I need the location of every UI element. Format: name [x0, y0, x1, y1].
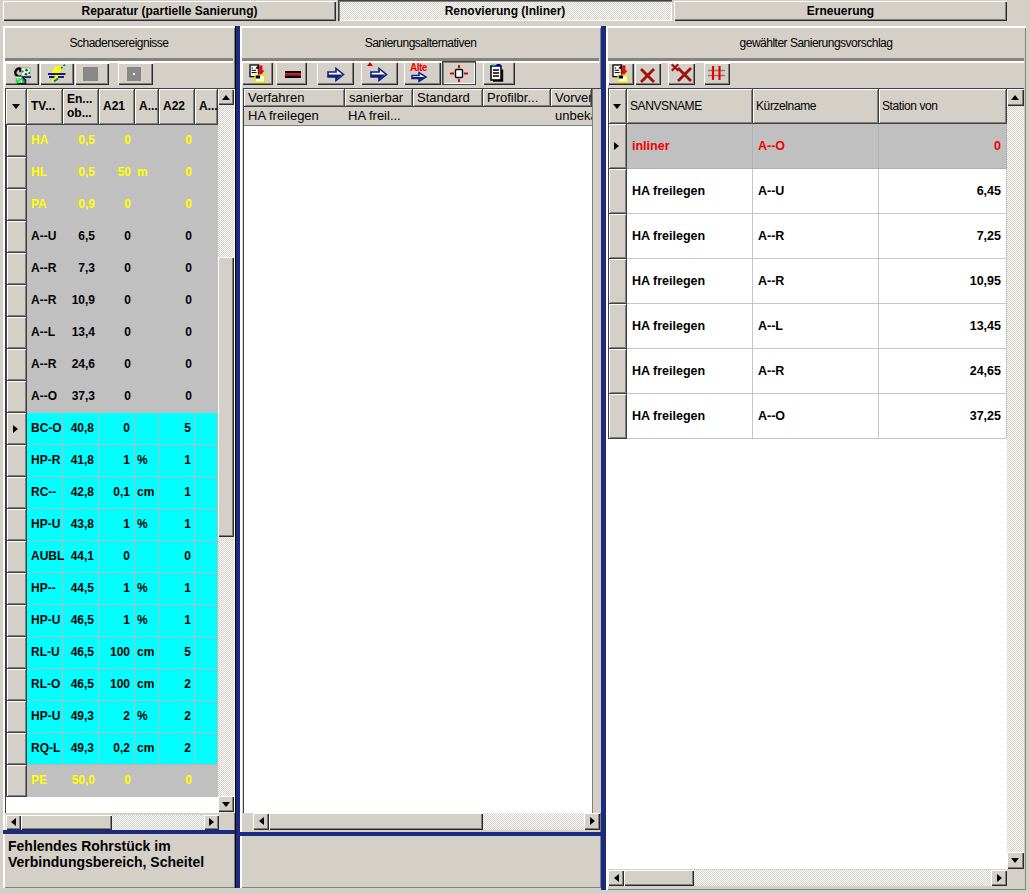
svg-text:Alte: Alte [410, 62, 428, 73]
